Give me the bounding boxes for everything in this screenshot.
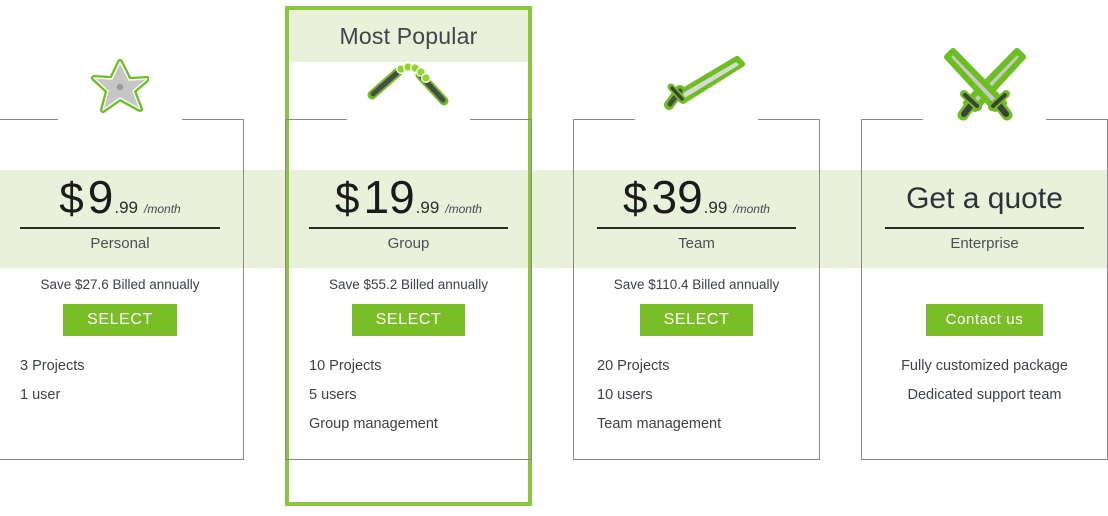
contact-us-button[interactable]: Contact us bbox=[925, 304, 1044, 336]
feature-item: Dedicated support team bbox=[907, 387, 1062, 403]
feature-item: 1 user bbox=[20, 387, 61, 403]
plan-card-group[interactable]: Most Popular $ 19 .99 /month Group Save … bbox=[285, 0, 532, 516]
plan-card-personal[interactable]: $ 9 .99 /month Personal Save $27.6 Bille… bbox=[0, 0, 244, 516]
feature-item: 5 users bbox=[309, 387, 357, 403]
price-currency: $ bbox=[59, 174, 84, 223]
cta-container: SELECT bbox=[285, 304, 532, 336]
price-cents: .99 bbox=[415, 198, 440, 217]
price-cents: .99 bbox=[114, 198, 139, 217]
feature-list: 3 Projects 1 user bbox=[20, 352, 230, 410]
billed-annually-note: Save $55.2 Billed annually bbox=[328, 277, 489, 292]
billed-annually-note: Save $110.4 Billed annually bbox=[613, 277, 780, 292]
price-cents: .99 bbox=[703, 198, 728, 217]
plan-card-team[interactable]: $ 39 .99 /month Team Save $110.4 Billed … bbox=[573, 0, 820, 516]
select-button[interactable]: SELECT bbox=[639, 304, 754, 336]
katana-sword-icon bbox=[573, 50, 820, 122]
price-line: $ 39 .99 /month bbox=[573, 174, 820, 224]
cta-container: SELECT bbox=[573, 304, 820, 336]
price-line: $ 19 .99 /month bbox=[285, 174, 532, 224]
cta-container: Contact us bbox=[861, 304, 1108, 336]
feature-list: 20 Projects 10 users Team management bbox=[597, 352, 806, 439]
quote-label: Get a quote bbox=[906, 182, 1063, 215]
select-button[interactable]: SELECT bbox=[351, 304, 466, 336]
price-period: /month bbox=[445, 202, 482, 216]
feature-item: 10 Projects bbox=[309, 358, 382, 374]
price-amount: 39 bbox=[651, 171, 703, 223]
price-block: $ 9 .99 /month Personal bbox=[0, 174, 244, 252]
price-divider bbox=[309, 227, 508, 229]
price-period: /month bbox=[144, 202, 181, 216]
plan-card-enterprise[interactable]: Get a quote Enterprise Contact us Fully … bbox=[861, 0, 1108, 516]
nunchaku-icon bbox=[285, 50, 532, 122]
billed-annually-note: Save $27.6 Billed annually bbox=[40, 277, 200, 292]
feature-item: 20 Projects bbox=[597, 358, 670, 374]
shuriken-star-icon bbox=[0, 50, 244, 122]
feature-item: 3 Projects bbox=[20, 358, 85, 374]
price-block: $ 39 .99 /month Team bbox=[573, 174, 820, 252]
plan-name: Team bbox=[678, 235, 715, 252]
plan-name: Enterprise bbox=[950, 235, 1019, 252]
cta-container: SELECT bbox=[0, 304, 244, 336]
feature-list: 10 Projects 5 users Group management bbox=[309, 352, 518, 439]
most-popular-label: Most Popular bbox=[339, 22, 478, 49]
select-button[interactable]: SELECT bbox=[63, 304, 177, 336]
feature-item: 10 users bbox=[597, 387, 653, 403]
feature-item: Fully customized package bbox=[901, 358, 1068, 374]
price-divider bbox=[885, 227, 1084, 229]
price-amount: 19 bbox=[363, 171, 415, 223]
price-period: /month bbox=[733, 202, 770, 216]
price-currency: $ bbox=[335, 174, 360, 223]
price-currency: $ bbox=[623, 174, 648, 223]
price-block: Get a quote Enterprise bbox=[861, 174, 1108, 252]
price-line: $ 9 .99 /month bbox=[0, 174, 244, 224]
price-block: $ 19 .99 /month Group bbox=[285, 174, 532, 252]
feature-list: Fully customized package Dedicated suppo… bbox=[871, 352, 1098, 410]
feature-item: Team management bbox=[597, 416, 722, 432]
crossed-swords-icon bbox=[861, 48, 1108, 122]
plan-name: Personal bbox=[90, 235, 150, 252]
price-amount: 9 bbox=[87, 171, 114, 223]
plan-name: Group bbox=[387, 235, 430, 252]
price-divider bbox=[20, 227, 220, 229]
feature-item: Group management bbox=[309, 416, 438, 432]
price-divider bbox=[597, 227, 796, 229]
